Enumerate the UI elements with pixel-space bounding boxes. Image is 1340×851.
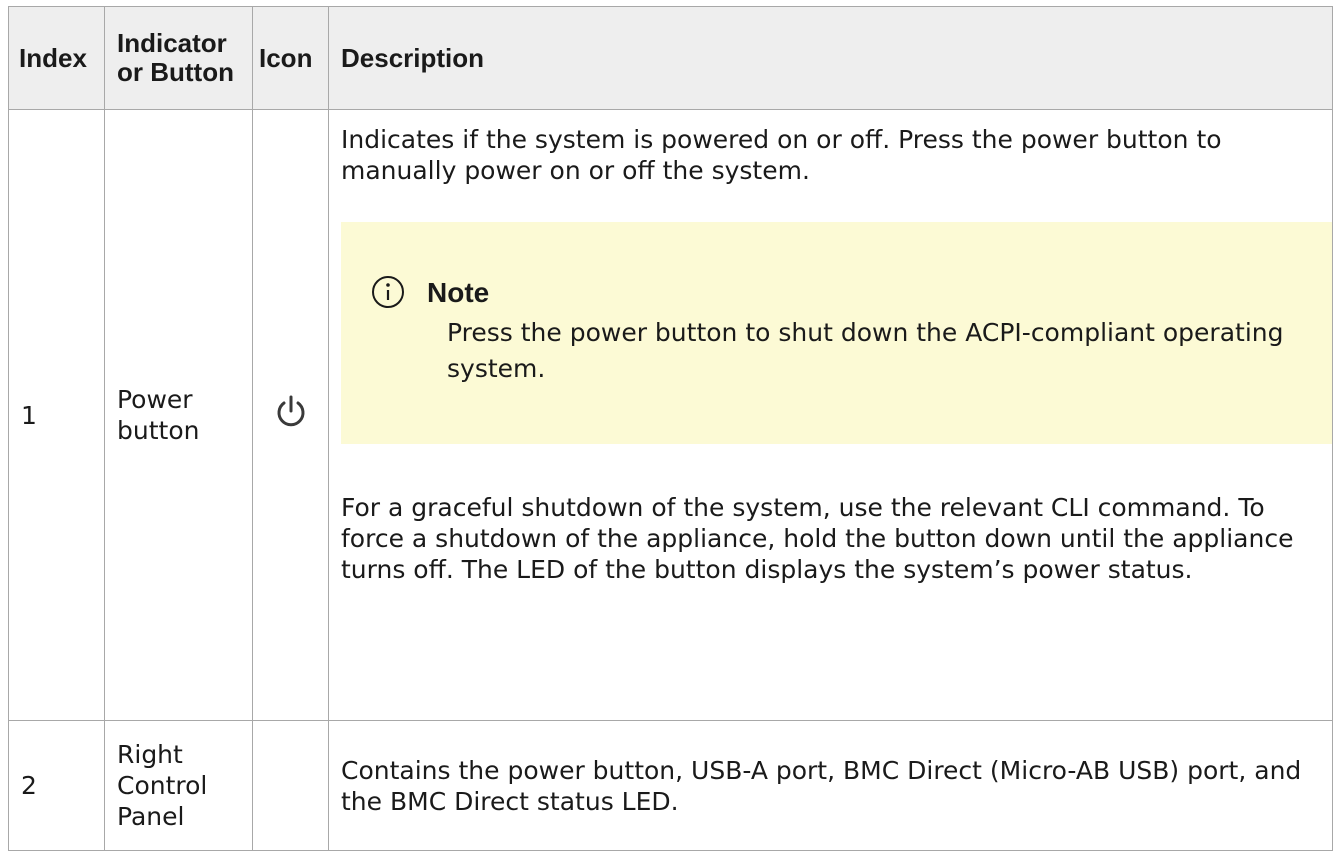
note-header: Note xyxy=(371,275,1332,309)
row-description: Contains the power button, USB-A port, B… xyxy=(328,720,1333,851)
header-description: Description xyxy=(328,6,1333,110)
info-icon xyxy=(372,276,404,308)
note-title: Note xyxy=(427,276,490,308)
table-header-row: Index Indicator or Button Icon Descripti… xyxy=(8,6,1333,110)
row-icon-cell xyxy=(252,109,329,721)
header-index: Index xyxy=(8,6,105,110)
note-callout: Note Press the power button to shut down… xyxy=(341,222,1332,444)
row-name: Power button xyxy=(104,109,253,721)
row-name: Right Control Panel xyxy=(104,720,253,851)
description-intro: Indicates if the system is powered on or… xyxy=(341,125,1222,185)
row-description: Indicates if the system is powered on or… xyxy=(328,109,1333,721)
row-index: 1 xyxy=(8,109,105,721)
table-row: 2 Right Control Panel Contains the power… xyxy=(8,720,1333,851)
row-icon-cell xyxy=(252,720,329,851)
table-row: 1 Power button Indicates if the system i… xyxy=(8,109,1333,721)
description-detail: For a graceful shutdown of the system, u… xyxy=(341,493,1294,584)
header-indicator: Indicator or Button xyxy=(104,6,253,110)
power-icon xyxy=(277,395,304,426)
indicator-table: Index Indicator or Button Icon Descripti… xyxy=(8,6,1333,851)
row-index: 2 xyxy=(8,720,105,851)
note-body: Press the power button to shut down the … xyxy=(447,318,1284,383)
header-icon: Icon xyxy=(252,6,329,110)
